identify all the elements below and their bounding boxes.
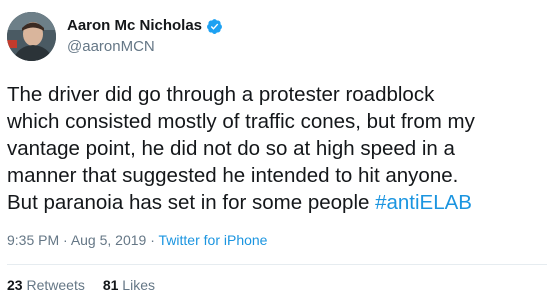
verified-badge-icon xyxy=(206,18,223,35)
display-name[interactable]: Aaron Mc Nicholas xyxy=(67,16,202,36)
likes-count: 81 xyxy=(102,277,119,293)
tweet-card: Aaron Mc Nicholas @aaronMCN The driver d… xyxy=(0,0,554,303)
retweets-label: Retweets xyxy=(26,277,85,293)
tweet-text: The driver did go through a protester ro… xyxy=(7,81,547,216)
tweet-text-line-last: But paranoia has set in for some people … xyxy=(7,189,547,216)
avatar-image xyxy=(7,12,56,61)
tweet-text-line: which consisted mostly of traffic cones,… xyxy=(7,110,475,133)
user-handle[interactable]: @aaronMCN xyxy=(67,37,223,57)
tweet-time[interactable]: 9:35 PM xyxy=(7,232,59,248)
author-info: Aaron Mc Nicholas @aaronMCN xyxy=(67,16,223,57)
tweet-text-line: The driver did go through a protester ro… xyxy=(7,83,435,106)
tweet-text-line: vantage point, he did not do so at high … xyxy=(7,137,455,160)
tweet-meta: 9:35 PM · Aug 5, 2019 · Twitter for iPho… xyxy=(7,231,267,249)
name-row: Aaron Mc Nicholas xyxy=(67,16,223,36)
tweet-text-line: manner that suggested he intended to hit… xyxy=(7,164,459,187)
retweets-count: 23 xyxy=(7,277,23,293)
tweet-source-link[interactable]: Twitter for iPhone xyxy=(159,232,268,248)
meta-separator: · xyxy=(59,232,71,248)
likes-label: Likes xyxy=(122,277,155,293)
divider xyxy=(7,264,547,265)
hashtag-link[interactable]: #antiELAB xyxy=(375,191,472,214)
retweets-stat[interactable]: 23 Retweets xyxy=(7,276,85,294)
tweet-date[interactable]: Aug 5, 2019 xyxy=(71,232,147,248)
meta-separator: · xyxy=(146,232,159,248)
tweet-text-line-content: But paranoia has set in for some people xyxy=(7,191,376,214)
tweet-stats: 23 Retweets 81 Likes xyxy=(7,276,155,294)
avatar[interactable] xyxy=(7,12,56,61)
likes-stat[interactable]: 81 Likes xyxy=(103,276,155,294)
